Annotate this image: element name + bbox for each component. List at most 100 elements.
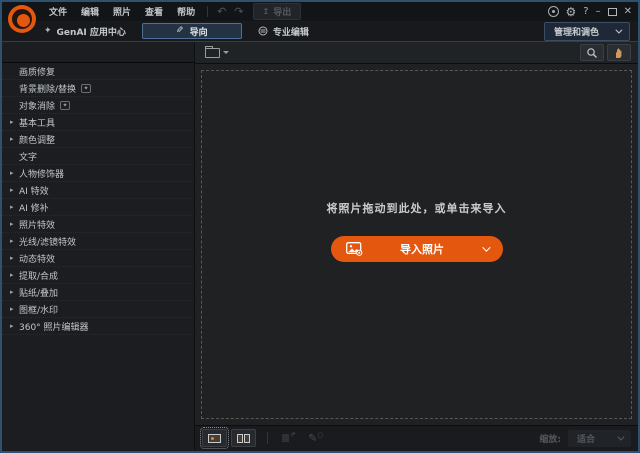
export-label: 导出 bbox=[273, 8, 292, 18]
compare-view-icon bbox=[244, 433, 250, 443]
expand-arrow-icon: ▸ bbox=[10, 288, 14, 296]
maximize-button[interactable] bbox=[607, 7, 617, 16]
sidebar-item-label: 360° 照片编辑器 bbox=[19, 322, 89, 333]
photo-import-icon bbox=[345, 241, 363, 256]
expand-arrow-icon: ▸ bbox=[10, 220, 14, 228]
expert-mode-button[interactable]: 专业编辑 bbox=[258, 25, 309, 38]
expand-arrow-icon: ▸ bbox=[10, 322, 14, 330]
sidebar-item-object-removal[interactable]: ▸ 对象消除 ✦ bbox=[2, 97, 194, 114]
single-view-button[interactable] bbox=[200, 427, 229, 449]
export-icon: ↥ bbox=[262, 7, 270, 16]
ai-badge-icon: ✦ bbox=[60, 100, 71, 110]
sidebar-item-dynamic-effects[interactable]: ▸ 动态特效 bbox=[2, 250, 194, 267]
undo-icon[interactable]: ↶ bbox=[213, 6, 230, 17]
menu-view[interactable]: 查看 bbox=[138, 5, 170, 18]
toolbar-divider bbox=[207, 6, 209, 17]
minimize-button[interactable]: – bbox=[596, 6, 601, 17]
expand-arrow-icon: ▸ bbox=[10, 135, 14, 143]
mode-bar: ✦ GenAI 应用中心 ✎ 导向 专业编辑 管理和调色 bbox=[2, 21, 638, 42]
pan-tool-button[interactable] bbox=[607, 44, 631, 61]
sidebar-item-basic-tools[interactable]: ▸ 基本工具 bbox=[2, 114, 194, 131]
folder-dropdown-arrow-icon bbox=[223, 51, 229, 54]
manage-color-label: 管理和调色 bbox=[553, 27, 599, 38]
import-photos-button[interactable]: 导入照片 bbox=[330, 235, 503, 262]
expand-arrow-icon: ▸ bbox=[10, 203, 14, 211]
chevron-down-icon bbox=[615, 26, 623, 34]
sidebar-item-ai-effects[interactable]: ▸ AI 特效 bbox=[2, 182, 194, 199]
menu-file[interactable]: 文件 bbox=[42, 5, 74, 18]
expand-arrow-icon: ▸ bbox=[10, 271, 14, 279]
expand-arrow-icon: ▸ bbox=[10, 186, 14, 194]
sidebar-header bbox=[2, 42, 194, 63]
account-icon[interactable] bbox=[547, 6, 559, 17]
sidebar-item-people-beautifier[interactable]: ▸ 人物修饰器 bbox=[2, 165, 194, 182]
close-button[interactable]: ✕ bbox=[624, 6, 632, 17]
zoom-label: 缩放: bbox=[539, 434, 561, 445]
app-window: 文件 编辑 照片 查看 帮助 ↶ ↷ ↥ 导出 ⚙ ? – ✕ ✦ GenAI … bbox=[0, 0, 640, 453]
sidebar-item-extract-compose[interactable]: ▸ 提取/合成 bbox=[2, 267, 194, 284]
hand-icon bbox=[613, 47, 625, 59]
zoom-tool-button[interactable] bbox=[580, 44, 604, 61]
expand-arrow-icon: ▸ bbox=[10, 254, 14, 262]
help-icon[interactable]: ? bbox=[583, 6, 588, 17]
sparkle-icon: ✦ bbox=[44, 26, 52, 36]
zoom-level-value: 适合 bbox=[576, 434, 595, 445]
ai-badge-icon: ✦ bbox=[81, 83, 92, 93]
sidebar-item-label: 提取/合成 bbox=[19, 271, 59, 282]
canvas-column: 将照片拖动到此处，或单击来导入 导入照片 ≣↱ ✎○ 缩放: 适合 bbox=[195, 42, 638, 450]
sidebar-item-background-remove[interactable]: ▸ 背景删除/替换 ✦ bbox=[2, 80, 194, 97]
expert-mode-label: 专业编辑 bbox=[272, 27, 309, 38]
menu-photo[interactable]: 照片 bbox=[106, 5, 138, 18]
manage-color-dropdown[interactable]: 管理和调色 bbox=[543, 21, 630, 41]
expand-arrow-icon: ▸ bbox=[10, 237, 14, 245]
genai-hub-label: GenAI 应用中心 bbox=[56, 27, 126, 38]
sidebar-item-label: 光线/滤镜特效 bbox=[19, 237, 77, 248]
open-folder-button[interactable] bbox=[202, 45, 232, 60]
sidebar-item-quality-repair[interactable]: ▸ 画质修复 bbox=[2, 63, 194, 80]
sidebar-item-label: 文字 bbox=[19, 152, 38, 163]
sidebar-item-text[interactable]: ▸ 文字 bbox=[2, 148, 194, 165]
import-photos-label: 导入照片 bbox=[400, 242, 444, 256]
genai-hub-button[interactable]: ✦ GenAI 应用中心 bbox=[44, 25, 126, 38]
canvas-tools bbox=[580, 44, 631, 61]
menu-help[interactable]: 帮助 bbox=[170, 5, 202, 18]
sidebar-item-label: 人物修饰器 bbox=[19, 169, 65, 180]
settings-gear-icon[interactable]: ⚙ bbox=[566, 6, 577, 18]
sidebar-item-frame-watermark[interactable]: ▸ 图框/水印 bbox=[2, 301, 194, 318]
single-view-icon bbox=[208, 433, 221, 443]
sidebar-item-photo-effects[interactable]: ▸ 照片特效 bbox=[2, 216, 194, 233]
canvas-toolbar bbox=[195, 42, 638, 64]
compare-view-icon bbox=[237, 433, 243, 443]
zoom-chevron-down-icon bbox=[617, 433, 625, 441]
folder-icon bbox=[205, 45, 220, 58]
import-dropdown-chevron-icon bbox=[481, 242, 491, 252]
guided-tools-sidebar: ▸ 画质修复 ▸ 背景删除/替换 ✦ ▸ 对象消除 ✦ ▸ 基本工具 ▸ 颜色调… bbox=[2, 42, 195, 450]
titlebar: 文件 编辑 照片 查看 帮助 ↶ ↷ ↥ 导出 ⚙ ? – ✕ bbox=[2, 2, 638, 33]
zoom-control: 缩放: 适合 bbox=[539, 429, 631, 447]
statusbar-divider bbox=[267, 432, 268, 444]
window-controls: ⚙ ? – ✕ bbox=[547, 6, 638, 18]
app-logo-icon bbox=[8, 5, 36, 33]
sidebar-item-label: 背景删除/替换 bbox=[19, 84, 77, 95]
compare-view-button[interactable] bbox=[231, 429, 256, 447]
photo-drop-zone[interactable]: 将照片拖动到此处，或单击来导入 导入照片 bbox=[201, 70, 632, 419]
sidebar-item-label: 基本工具 bbox=[19, 118, 56, 129]
sidebar-item-label: 动态特效 bbox=[19, 254, 56, 265]
guided-mode-button[interactable]: ✎ 导向 bbox=[141, 23, 242, 39]
expand-arrow-icon: ▸ bbox=[10, 118, 14, 126]
zoom-level-dropdown[interactable]: 适合 bbox=[567, 429, 631, 447]
sidebar-item-color-adjust[interactable]: ▸ 颜色调整 bbox=[2, 131, 194, 148]
drop-hint-text: 将照片拖动到此处，或单击来导入 bbox=[326, 201, 507, 215]
sidebar-item-label: 画质修复 bbox=[19, 67, 56, 78]
redo-icon[interactable]: ↷ bbox=[230, 6, 247, 17]
expand-arrow-icon: ▸ bbox=[10, 305, 14, 313]
sidebar-item-360-editor[interactable]: ▸ 360° 照片编辑器 bbox=[2, 318, 194, 335]
guided-mode-label: 导向 bbox=[189, 27, 208, 38]
sidebar-item-light-filter-effects[interactable]: ▸ 光线/滤镜特效 bbox=[2, 233, 194, 250]
sidebar-item-label: 照片特效 bbox=[19, 220, 56, 231]
export-button[interactable]: ↥ 导出 bbox=[252, 3, 302, 20]
menu-edit[interactable]: 编辑 bbox=[74, 5, 106, 18]
sidebar-item-ai-retouch[interactable]: ▸ AI 修补 bbox=[2, 199, 194, 216]
sidebar-item-sticker-overlay[interactable]: ▸ 贴纸/叠加 bbox=[2, 284, 194, 301]
sidebar-item-label: 颜色调整 bbox=[19, 135, 56, 146]
